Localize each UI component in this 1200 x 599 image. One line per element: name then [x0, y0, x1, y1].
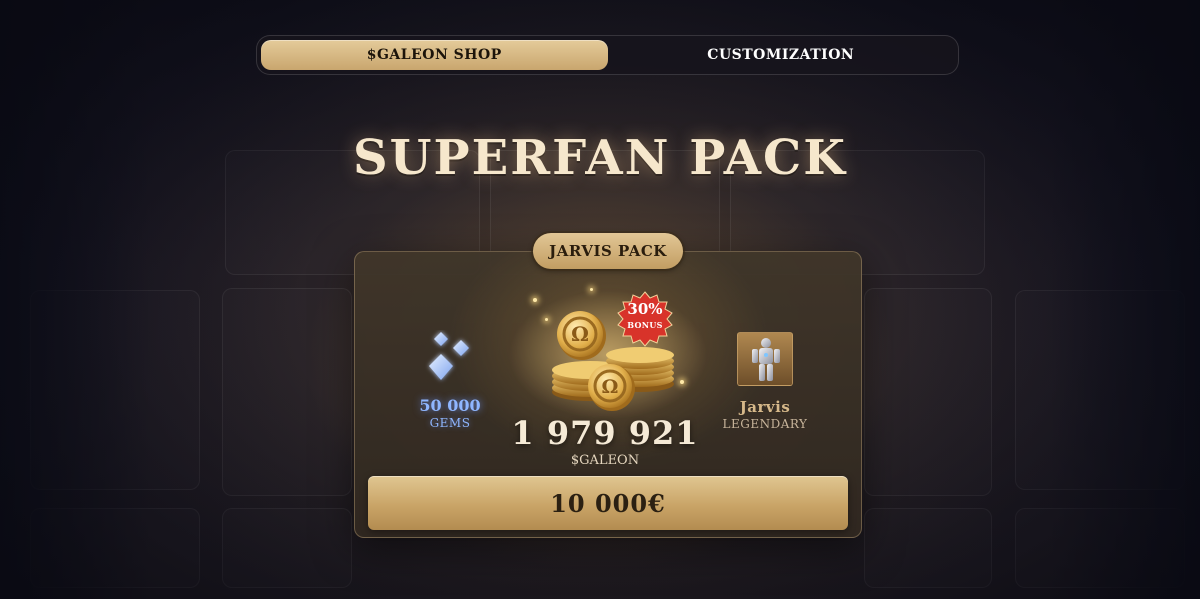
hero-rarity: LEGENDARY [722, 417, 808, 431]
pack-name-badge: JARVIS PACK [533, 233, 683, 269]
galeon-label: $GALEON [570, 453, 640, 468]
svg-text:Ω: Ω [602, 376, 619, 398]
hero-name: Jarvis [739, 398, 791, 416]
gems-label: GEMS [429, 416, 471, 430]
sparkle [590, 288, 593, 291]
hero-portrait [737, 332, 793, 386]
buy-pack-button[interactable]: 10 000€ [368, 476, 848, 530]
jarvis-character-icon [738, 333, 792, 385]
bonus-percent: 30% [627, 300, 663, 318]
shop-tabs: $GALEON SHOP CUSTOMIZATION [256, 35, 959, 75]
page-title: SUPERFAN PACK [353, 130, 847, 186]
gems-amount: 50 000 [419, 396, 481, 415]
tab-galeon-shop[interactable]: $GALEON SHOP [261, 40, 608, 70]
tab-customization[interactable]: CUSTOMIZATION [608, 40, 955, 70]
sparkle [533, 298, 537, 302]
svg-text:Ω: Ω [571, 322, 589, 346]
diamond-gems-icon [429, 332, 469, 380]
bonus-label: BONUS [627, 320, 663, 330]
galeon-amount: 1 979 921 [511, 414, 699, 452]
